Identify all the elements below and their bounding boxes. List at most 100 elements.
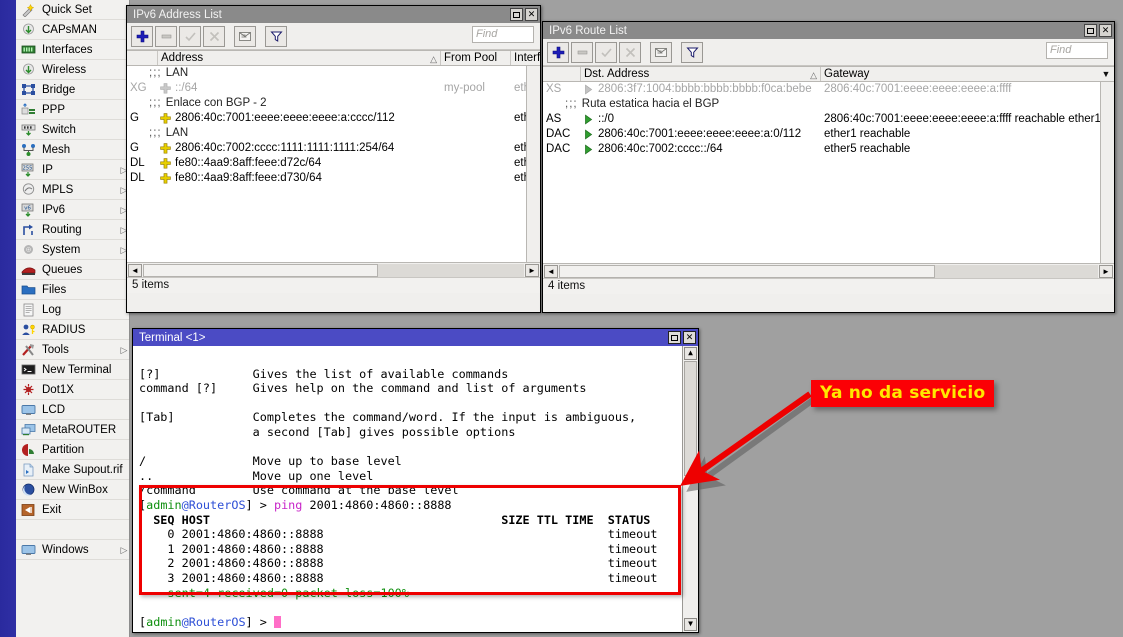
maximize-button[interactable] <box>1084 24 1097 37</box>
table-row[interactable]: DAC2806:40c:7002:cccc::/64ether5 reachab… <box>543 142 1114 157</box>
table-row[interactable]: G2806:40c:7001:eeee:eeee:eeee:a:cccc/112… <box>127 111 540 126</box>
terminal-window[interactable]: Terminal <1> ✕ [?] Gives the list of ava… <box>132 328 699 633</box>
column-header-dst-address[interactable]: Dst. Address △ <box>581 67 821 81</box>
find-input[interactable]: Find <box>472 26 534 43</box>
terminal-vertical-scrollbar[interactable]: ▲ ▼ <box>682 346 698 632</box>
table-row[interactable]: AS::/02806:40c:7001:eeee:eeee:eeee:a:fff… <box>543 112 1114 127</box>
remove-button[interactable] <box>155 26 177 47</box>
sidebar-item-lcd[interactable]: LCD <box>16 400 129 420</box>
sidebar-item-switch[interactable]: Switch <box>16 120 129 140</box>
scroll-left-button[interactable]: ◄ <box>544 265 558 278</box>
find-input[interactable]: Find <box>1046 42 1108 59</box>
sidebar-item-capsman[interactable]: CAPsMAN <box>16 20 129 40</box>
sidebar-item-ip[interactable]: 255 IP ▷ <box>16 160 129 180</box>
enable-button[interactable] <box>179 26 201 47</box>
sidebar-item-radius[interactable]: RADIUS <box>16 320 129 340</box>
scroll-right-button[interactable]: ► <box>1099 265 1113 278</box>
sidebar-item-metarouter[interactable]: MetaROUTER <box>16 420 129 440</box>
sidebar-item-routing[interactable]: Routing ▷ <box>16 220 129 240</box>
terminal-prompt-line-current: [admin@RouterOS] > <box>139 615 676 630</box>
filter-button[interactable] <box>265 26 287 47</box>
sidebar-item-bridge[interactable]: Bridge <box>16 80 129 100</box>
sidebar-item-log[interactable]: Log <box>16 300 129 320</box>
hscroll-track[interactable] <box>559 265 1098 278</box>
maximize-button[interactable] <box>668 331 681 344</box>
horizontal-scrollbar[interactable]: ◄ ► <box>127 262 540 277</box>
terminal-help-line: a second [Tab] gives possible options <box>139 425 676 440</box>
column-chooser-button[interactable]: ▼ <box>1098 67 1114 81</box>
disable-button[interactable] <box>203 26 225 47</box>
terminal-output[interactable]: [?] Gives the list of available commands… <box>133 346 698 632</box>
sidebar-item-ppp[interactable]: PPP <box>16 100 129 120</box>
table-row[interactable]: G2806:40c:7002:cccc:1111:1111:1111:254/6… <box>127 141 540 156</box>
comment-button[interactable] <box>234 26 256 47</box>
window-titlebar[interactable]: IPv6 Route List ✕ <box>543 22 1114 39</box>
sidebar-item-make-supout[interactable]: Make Supout.rif <box>16 460 129 480</box>
sidebar-item-new-winbox[interactable]: New WinBox <box>16 480 129 500</box>
scroll-right-button[interactable]: ► <box>525 264 539 277</box>
window-controls: ✕ <box>668 331 696 344</box>
scroll-left-button[interactable]: ◄ <box>128 264 142 277</box>
close-icon[interactable]: ✕ <box>1099 24 1112 37</box>
sidebar-item-mpls[interactable]: MPLS ▷ <box>16 180 129 200</box>
sidebar-item-mesh[interactable]: Mesh <box>16 140 129 160</box>
supout-icon <box>20 462 37 478</box>
sidebar-item-quick-set[interactable]: Quick Set <box>16 0 129 20</box>
table-row[interactable]: DLfe80::4aa9:8aff:feee:d72c/64ether1 <box>127 156 540 171</box>
vertical-scrollbar[interactable] <box>526 66 540 262</box>
sidebar-item-wireless[interactable]: Wireless <box>16 60 129 80</box>
sidebar-item-queues[interactable]: Queues <box>16 260 129 280</box>
comment-button[interactable] <box>650 42 672 63</box>
add-button[interactable] <box>131 26 153 47</box>
sidebar-item-partition[interactable]: Partition <box>16 440 129 460</box>
route-direction-icon <box>581 142 595 157</box>
table-row[interactable]: DLfe80::4aa9:8aff:feee:d730/64ether5 <box>127 171 540 186</box>
add-button[interactable] <box>547 42 569 63</box>
column-header-flags[interactable] <box>543 67 581 81</box>
hscroll-thumb[interactable] <box>559 265 935 278</box>
terminal-scroll-thumb[interactable] <box>684 361 697 476</box>
window-titlebar[interactable]: IPv6 Address List ✕ <box>127 6 540 23</box>
hscroll-thumb[interactable] <box>143 264 378 277</box>
hscroll-track[interactable] <box>143 264 524 277</box>
column-header-address[interactable]: Address △ <box>158 51 441 65</box>
filter-button[interactable] <box>681 42 703 63</box>
ipv6-address-list-window[interactable]: IPv6 Address List ✕ <box>126 5 541 313</box>
scroll-down-button[interactable]: ▼ <box>684 618 697 631</box>
enable-button[interactable] <box>595 42 617 63</box>
disable-button[interactable] <box>619 42 641 63</box>
column-header-interface[interactable]: Interf <box>511 51 542 65</box>
terminal-help-line: .. Move up one level <box>139 469 676 484</box>
sidebar-item-windows[interactable]: Windows ▷ <box>16 540 129 560</box>
remove-button[interactable] <box>571 42 593 63</box>
close-icon[interactable]: ✕ <box>683 331 696 344</box>
column-header-gateway[interactable]: Gateway <box>821 67 1098 81</box>
sidebar-item-label: Log <box>42 300 129 320</box>
table-row[interactable]: DAC2806:40c:7001:eeee:eeee:eeee:a:0/112e… <box>543 127 1114 142</box>
column-header-flags[interactable] <box>127 51 158 65</box>
close-icon[interactable]: ✕ <box>525 8 538 21</box>
sidebar-item-system[interactable]: System ▷ <box>16 240 129 260</box>
sidebar-item-dot1x[interactable]: Dot1X <box>16 380 129 400</box>
sidebar-item-interfaces[interactable]: Interfaces <box>16 40 129 60</box>
maximize-button[interactable] <box>510 8 523 21</box>
sidebar-item-exit[interactable]: Exit <box>16 500 129 520</box>
horizontal-scrollbar[interactable]: ◄ ► <box>543 263 1114 278</box>
address-table-header: Address △ From Pool Interf ▼ <box>127 50 540 66</box>
scroll-up-button[interactable]: ▲ <box>684 347 697 360</box>
vertical-scrollbar[interactable] <box>1100 82 1114 263</box>
address-table-body[interactable]: ;;; LANXG::/64my-poolether5;;; Enlace co… <box>127 66 540 262</box>
sidebar-item-tools[interactable]: Tools ▷ <box>16 340 129 360</box>
table-comment-row: ;;; Ruta estatica hacia el BGP <box>543 97 1114 112</box>
window-titlebar[interactable]: Terminal <1> ✕ <box>133 329 698 346</box>
comment-marker: ;;; <box>149 127 166 139</box>
window-title: IPv6 Address List <box>133 9 510 21</box>
column-header-from-pool[interactable]: From Pool <box>441 51 511 65</box>
sidebar-item-files[interactable]: Files <box>16 280 129 300</box>
ipv6-route-list-window[interactable]: IPv6 Route List ✕ <box>542 21 1115 313</box>
route-table-body[interactable]: XS2806:3f7:1004:bbbb:bbbb:bbbb:f0ca:bebe… <box>543 82 1114 263</box>
table-row[interactable]: XS2806:3f7:1004:bbbb:bbbb:bbbb:f0ca:bebe… <box>543 82 1114 97</box>
sidebar-item-ipv6[interactable]: v6 IPv6 ▷ <box>16 200 129 220</box>
table-row[interactable]: XG::/64my-poolether5 <box>127 81 540 96</box>
sidebar-item-new-terminal[interactable]: New Terminal <box>16 360 129 380</box>
